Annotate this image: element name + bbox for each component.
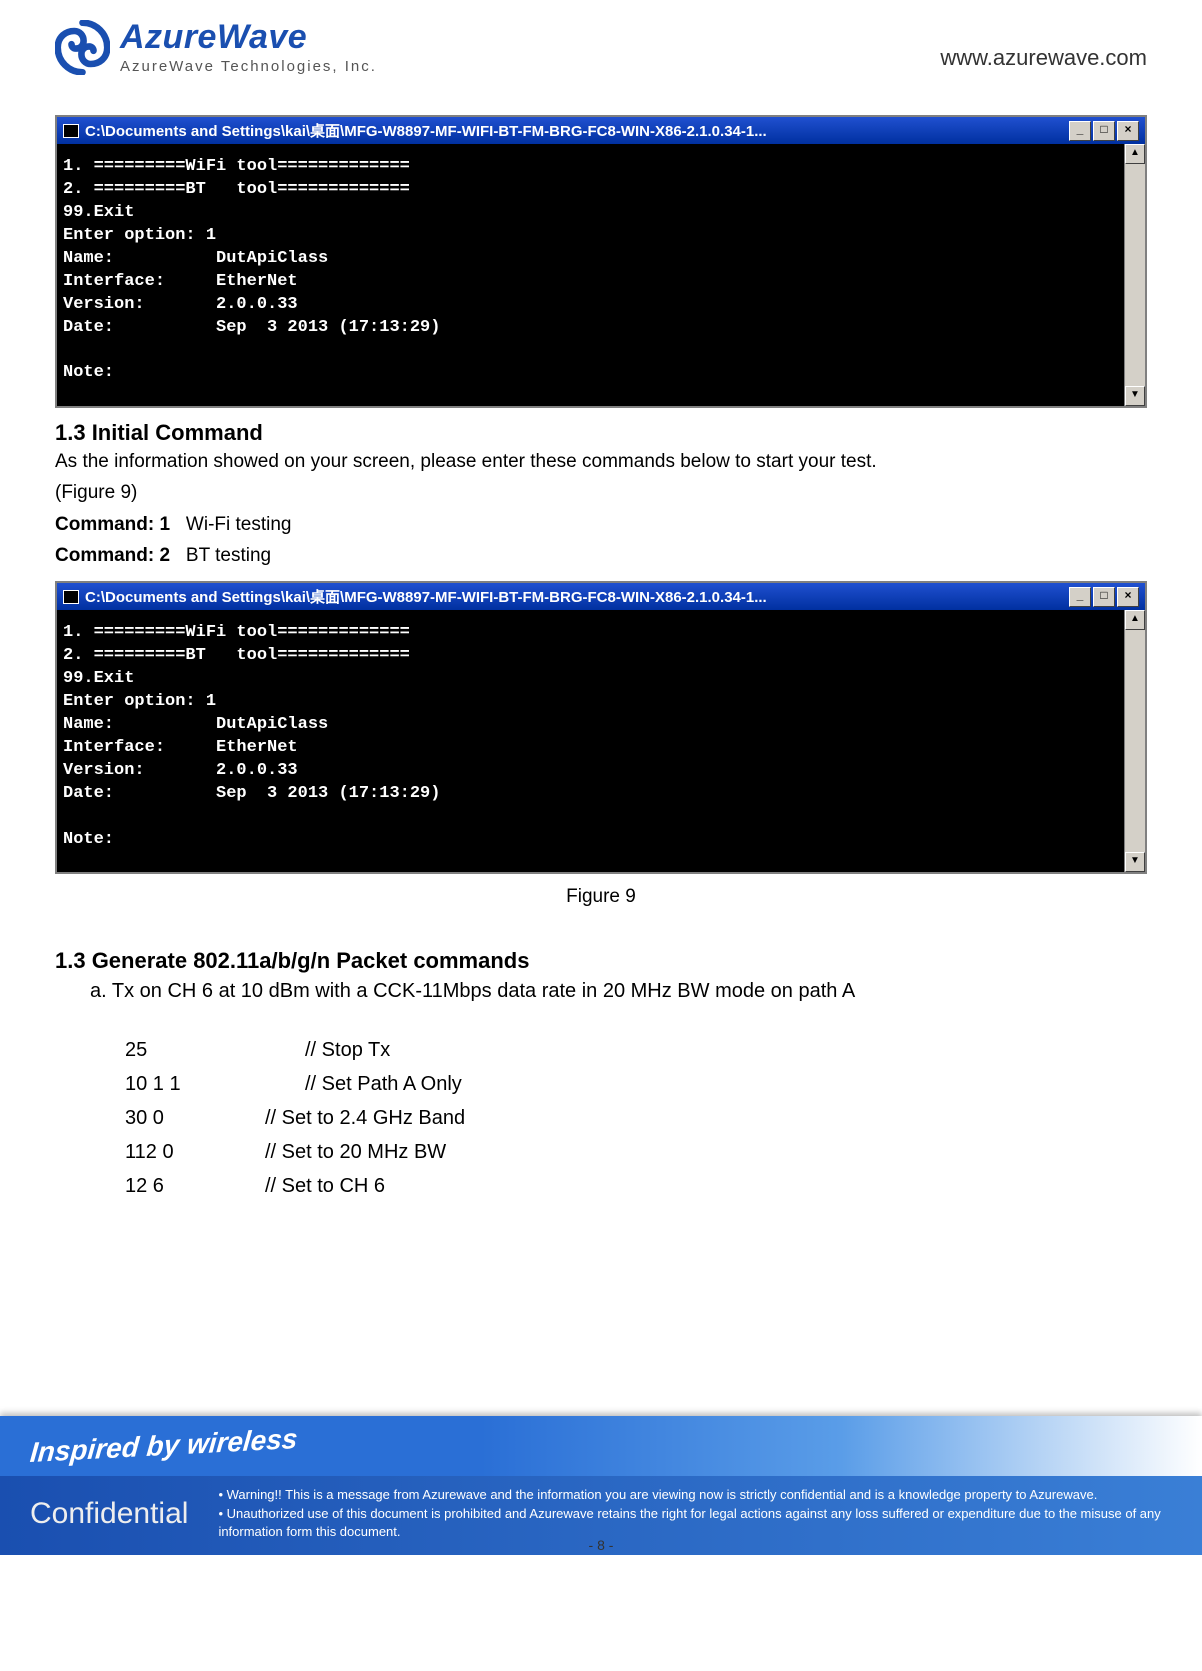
command-code: 30 0 xyxy=(125,1101,265,1135)
footer-slogan: Inspired by wireless xyxy=(29,1423,299,1469)
site-url: www.azurewave.com xyxy=(940,45,1147,71)
command-comment: // Set to 2.4 GHz Band xyxy=(265,1101,465,1135)
minimize-button[interactable]: _ xyxy=(1069,587,1091,607)
intro-paragraph: As the information showed on your screen… xyxy=(55,446,1147,477)
minimize-button[interactable]: _ xyxy=(1069,121,1091,141)
figure-ref: (Figure 9) xyxy=(55,477,1147,508)
scroll-up-icon[interactable]: ▲ xyxy=(1125,144,1145,164)
command-2-line: Command: 2 BT testing xyxy=(55,540,1147,571)
warning-item: Unauthorized use of this document is pro… xyxy=(218,1505,1172,1541)
cmd-icon xyxy=(63,590,79,604)
section-heading-initial-command: 1.3 Initial Command xyxy=(55,420,1147,446)
terminal-window-1: C:\Documents and Settings\kai\桌面\MFG-W88… xyxy=(55,115,1147,408)
confidential-label: Confidential xyxy=(30,1497,188,1531)
maximize-button[interactable]: □ xyxy=(1093,121,1115,141)
command-row: 10 1 1// Set Path A Only xyxy=(125,1067,1147,1101)
close-button[interactable]: × xyxy=(1117,121,1139,141)
close-button[interactable]: × xyxy=(1117,587,1139,607)
command-row: 112 0// Set to 20 MHz BW xyxy=(125,1135,1147,1169)
cmd-icon xyxy=(63,124,79,138)
sub-item-a: a. Tx on CH 6 at 10 dBm with a CCK-11Mbp… xyxy=(90,974,1147,1008)
logo-text-sub: AzureWave Technologies, Inc. xyxy=(120,58,377,75)
command-comment: // Stop Tx xyxy=(305,1033,390,1067)
logo-text-main: AzureWave xyxy=(120,20,377,54)
scrollbar[interactable]: ▲ ▼ xyxy=(1124,144,1145,406)
command-code: 12 6 xyxy=(125,1169,265,1203)
command-comment: // Set to CH 6 xyxy=(265,1169,385,1203)
terminal-titlebar: C:\Documents and Settings\kai\桌面\MFG-W88… xyxy=(57,117,1145,144)
command-1-line: Command: 1 Wi-Fi testing xyxy=(55,509,1147,540)
command-row: 30 0// Set to 2.4 GHz Band xyxy=(125,1101,1147,1135)
command-list: 25// Stop Tx10 1 1// Set Path A Only30 0… xyxy=(125,1033,1147,1203)
terminal-window-2: C:\Documents and Settings\kai\桌面\MFG-W88… xyxy=(55,581,1147,874)
terminal-output: 1. =========WiFi tool============= 2. ==… xyxy=(57,144,1124,406)
scroll-up-icon[interactable]: ▲ xyxy=(1125,610,1145,630)
scroll-down-icon[interactable]: ▼ xyxy=(1125,386,1145,406)
scroll-down-icon[interactable]: ▼ xyxy=(1125,852,1145,872)
command-comment: // Set to 20 MHz BW xyxy=(265,1135,446,1169)
command-code: 25 xyxy=(125,1033,305,1067)
logo-block: AzureWave AzureWave Technologies, Inc. xyxy=(55,20,377,75)
command-code: 10 1 1 xyxy=(125,1067,305,1101)
warning-item: Warning!! This is a message from Azurewa… xyxy=(218,1486,1172,1504)
command-row: 25// Stop Tx xyxy=(125,1033,1147,1067)
azurewave-logo-icon xyxy=(55,20,110,75)
terminal-output: 1. =========WiFi tool============= 2. ==… xyxy=(57,610,1124,872)
command-comment: // Set Path A Only xyxy=(305,1067,462,1101)
command-code: 112 0 xyxy=(125,1135,265,1169)
terminal-titlebar: C:\Documents and Settings\kai\桌面\MFG-W88… xyxy=(57,583,1145,610)
page-number: - 8 - xyxy=(589,1537,614,1553)
section-heading-generate-packets: 1.3 Generate 802.11a/b/g/n Packet comman… xyxy=(55,948,1147,974)
figure-caption: Figure 9 xyxy=(55,886,1147,908)
scrollbar[interactable]: ▲ ▼ xyxy=(1124,610,1145,872)
maximize-button[interactable]: □ xyxy=(1093,587,1115,607)
warning-list: Warning!! This is a message from Azurewa… xyxy=(218,1486,1172,1541)
page-footer: Inspired by wireless Confidential Warnin… xyxy=(0,1416,1202,1555)
terminal-title-text: C:\Documents and Settings\kai\桌面\MFG-W88… xyxy=(85,120,767,141)
terminal-title-text: C:\Documents and Settings\kai\桌面\MFG-W88… xyxy=(85,586,767,607)
command-row: 12 6// Set to CH 6 xyxy=(125,1169,1147,1203)
page-header: AzureWave AzureWave Technologies, Inc. w… xyxy=(55,20,1147,75)
